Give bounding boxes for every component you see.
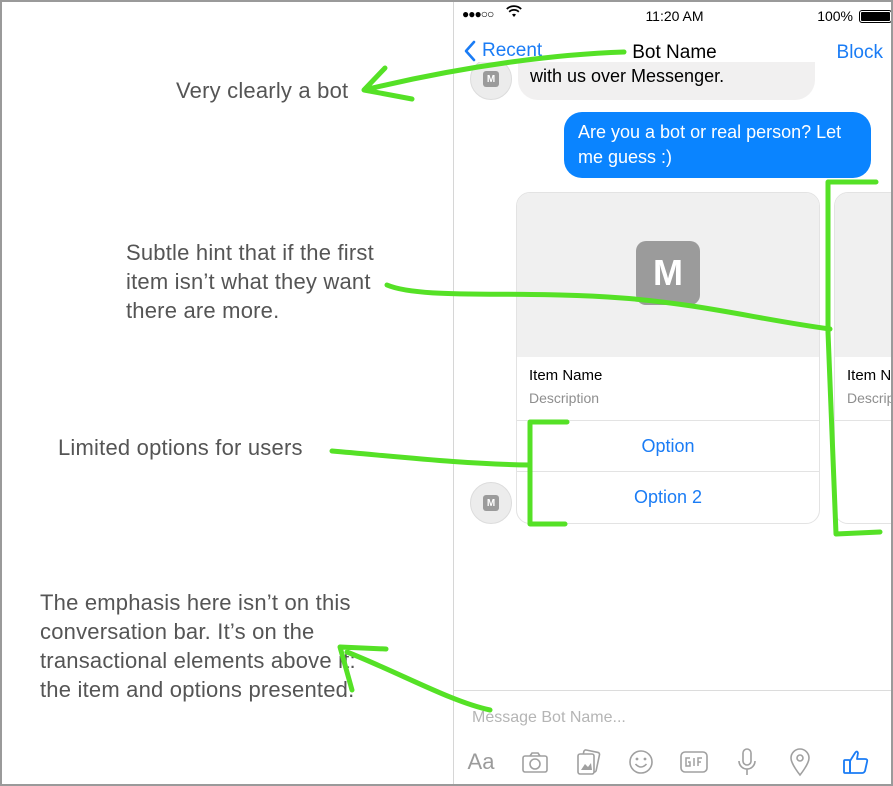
canvas: Very clearly a bot Subtle hint that if t… — [0, 0, 893, 786]
messenger-logo-icon: M — [636, 241, 700, 305]
option-2-button[interactable]: Option 2 — [517, 472, 819, 523]
gif-icon[interactable] — [679, 747, 709, 777]
annotation-limited: Limited options for users — [58, 435, 303, 460]
annotation-bot: Very clearly a bot — [176, 78, 349, 103]
gallery-icon[interactable] — [573, 747, 603, 777]
item-info[interactable]: Item Name Description — [517, 357, 819, 421]
item-info[interactable]: Item Name Description — [835, 357, 892, 421]
item-name: Item Name — [529, 367, 603, 384]
location-icon[interactable] — [785, 747, 815, 777]
microphone-icon[interactable] — [732, 747, 762, 777]
avatar-letter: M — [483, 495, 499, 511]
emoji-icon[interactable] — [626, 747, 656, 777]
text-format-button[interactable]: Aa — [466, 747, 496, 777]
status-bar: ●●●○○ 11:20 AM 100% — [454, 2, 891, 28]
item-name: Item Name — [847, 367, 892, 384]
bot-avatar[interactable]: M — [470, 482, 512, 524]
bot-avatar[interactable]: M — [470, 62, 512, 100]
annotation-hint: Subtle hint that if the first item isn’t… — [126, 240, 374, 323]
battery-percent: 100% — [817, 8, 853, 24]
composer-bar: Message Bot Name... Aa — [454, 690, 891, 784]
avatar-letter: M — [483, 71, 499, 87]
item-card[interactable]: M Item Name Description Option Option 2 — [516, 192, 820, 524]
item-image[interactable] — [835, 193, 891, 357]
option-button[interactable]: Option — [517, 421, 819, 472]
camera-icon[interactable] — [520, 747, 550, 777]
message-input[interactable]: Message Bot Name... — [472, 709, 626, 727]
outgoing-message: Are you a bot or real person? Let me gue… — [564, 112, 871, 178]
phone-screen: ●●●○○ 11:20 AM 100% Recent Bot Name Bloc… — [453, 2, 892, 784]
item-description: Description — [847, 390, 891, 406]
annotation-emphasis: The emphasis here isn’t on this conversa… — [40, 590, 356, 702]
message-list[interactable]: with us over Messenger. M Are you a bot … — [454, 62, 892, 690]
item-card-next[interactable]: Item Name Description — [834, 192, 892, 524]
battery-icon — [859, 10, 891, 23]
like-icon[interactable] — [841, 747, 871, 777]
conversation-title: Bot Name — [632, 42, 717, 63]
composer-toolbar: Aa — [454, 741, 891, 781]
item-description: Description — [529, 390, 600, 406]
item-image[interactable]: M — [517, 193, 819, 357]
incoming-message: with us over Messenger. — [518, 62, 815, 100]
block-button[interactable]: Block — [837, 42, 883, 64]
